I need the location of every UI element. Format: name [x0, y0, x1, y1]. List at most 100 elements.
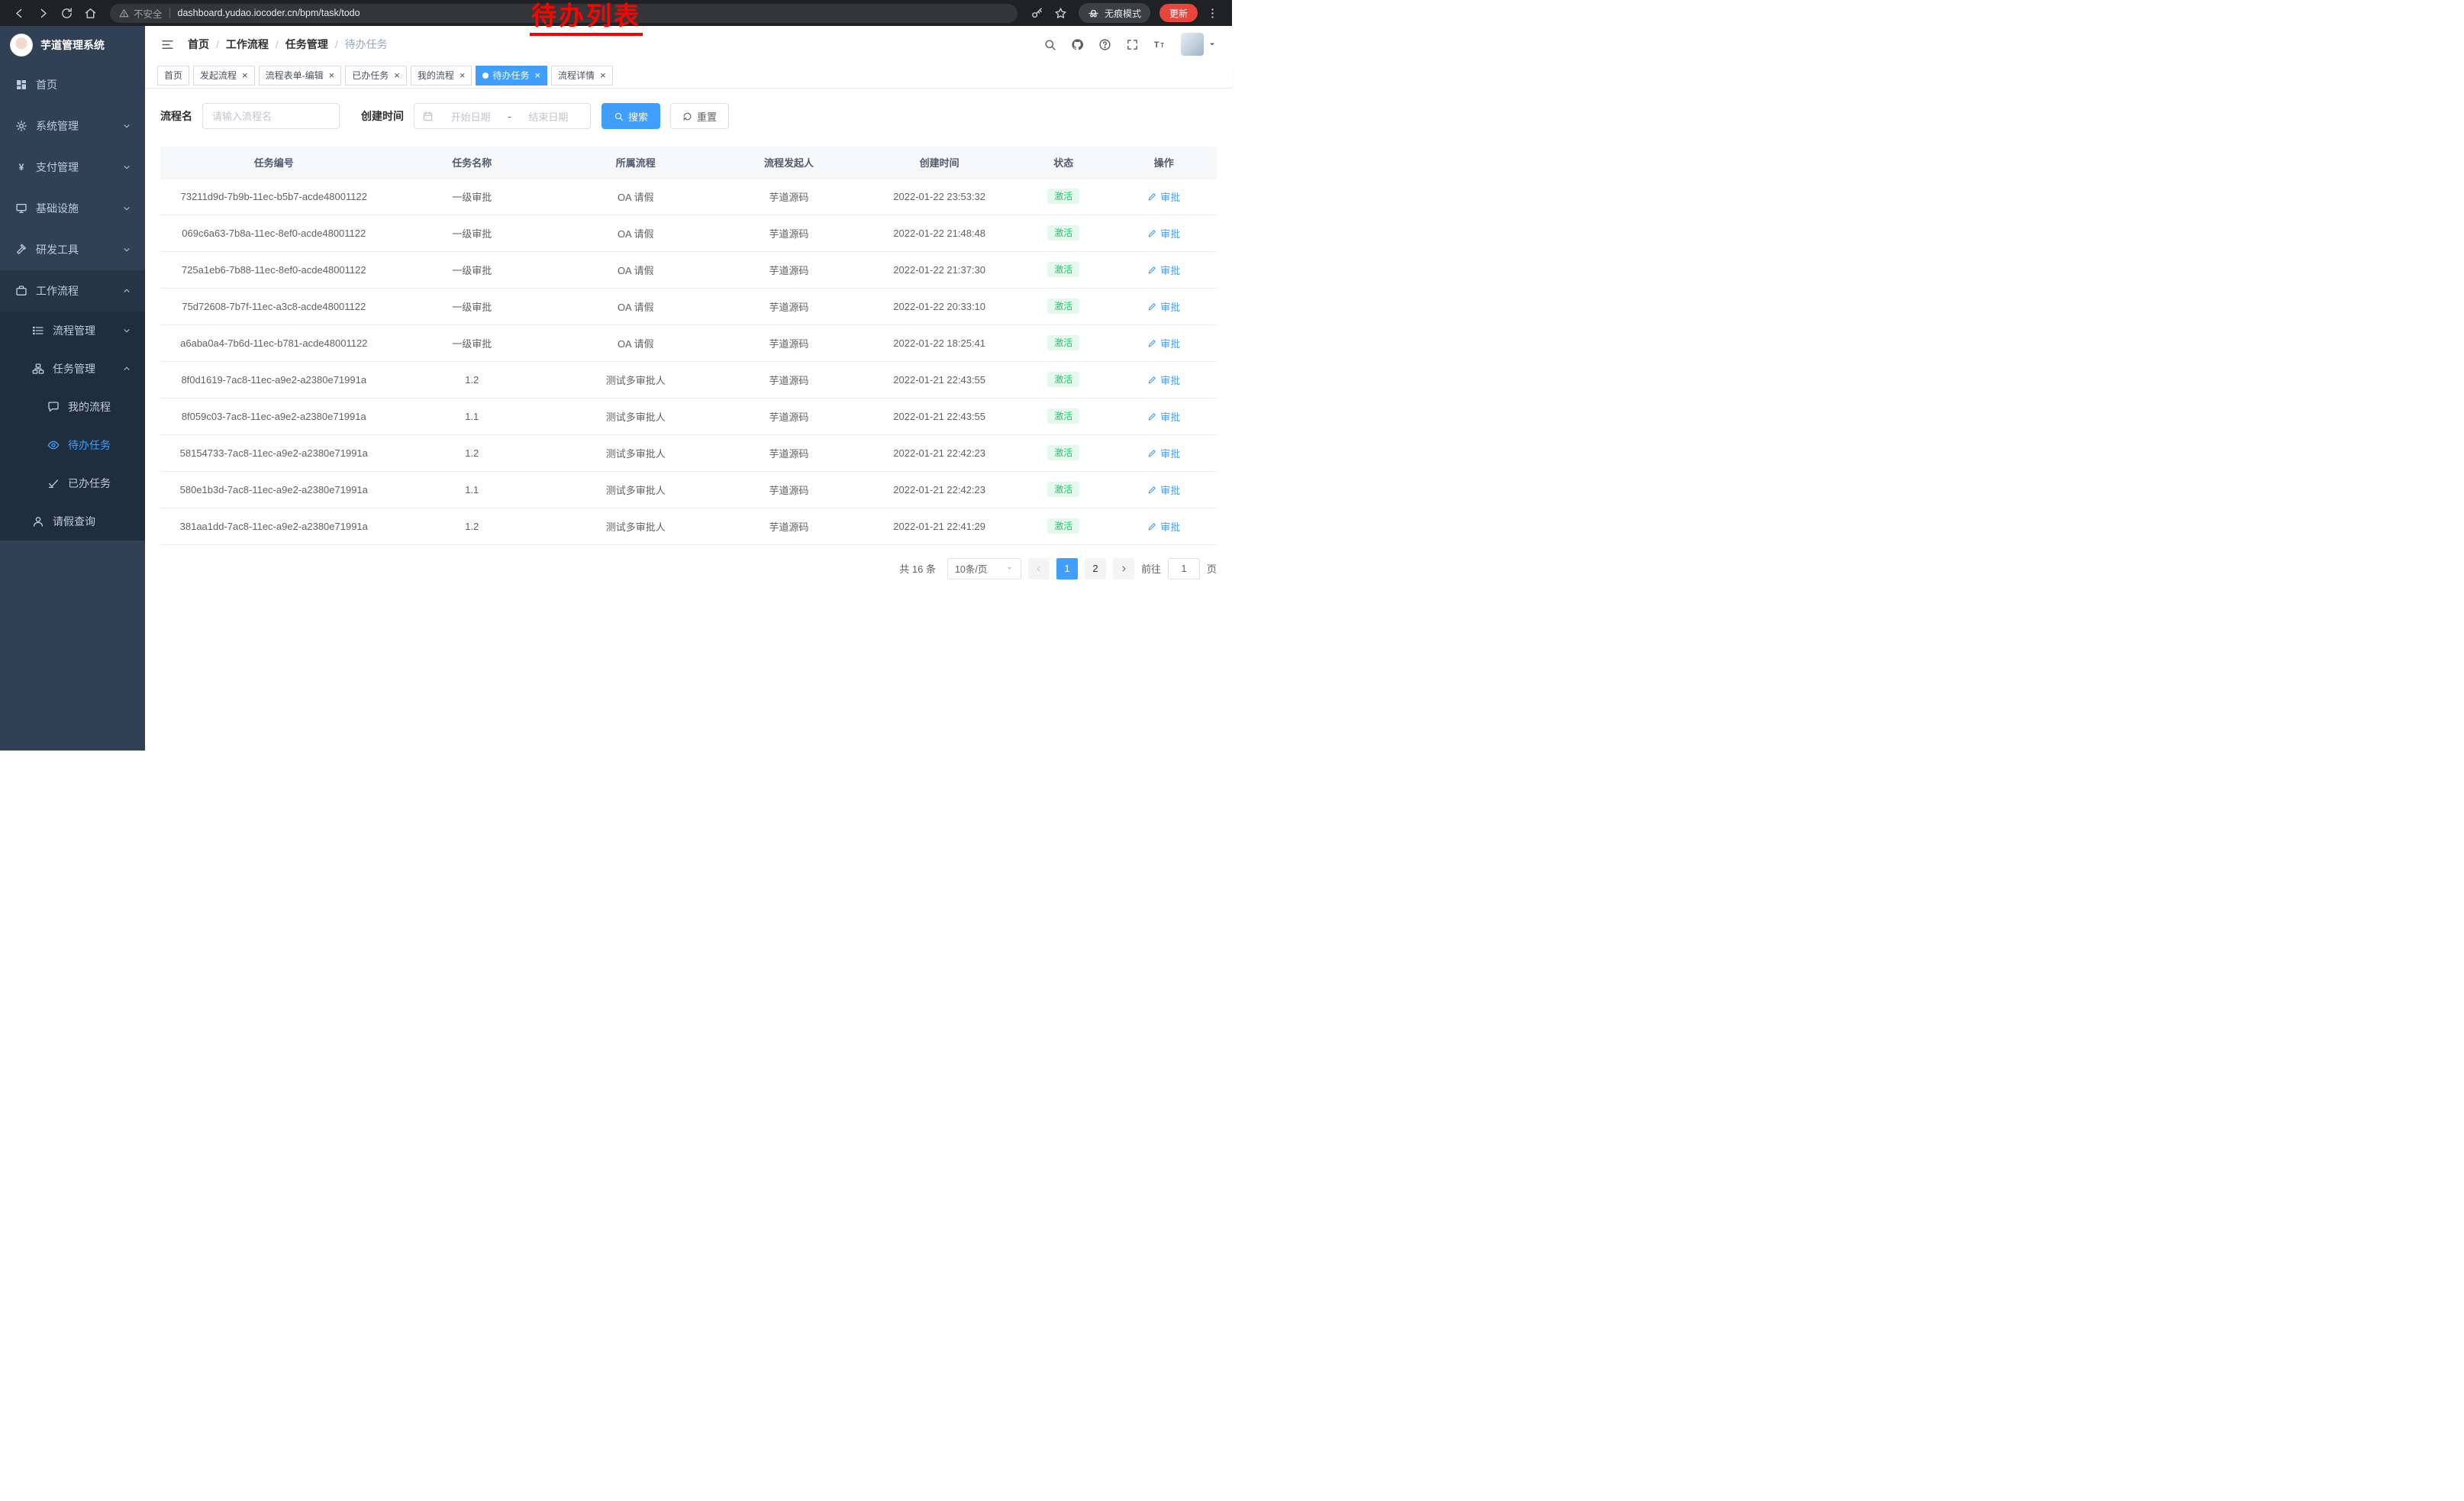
task-name-cell: 一级审批: [388, 178, 556, 215]
reset-button[interactable]: 重置: [670, 103, 729, 129]
app-logo: [10, 34, 33, 56]
tab[interactable]: 我的流程 ×: [411, 66, 472, 86]
sidebar-item[interactable]: 任务管理: [0, 350, 145, 388]
search-button[interactable]: 搜索: [601, 103, 660, 129]
approve-link[interactable]: 审批: [1147, 483, 1180, 497]
approve-link[interactable]: 审批: [1147, 226, 1180, 240]
reload-icon[interactable]: [60, 7, 73, 20]
browser-menu-icon[interactable]: [1206, 7, 1219, 20]
page-number-button[interactable]: 1: [1056, 558, 1078, 579]
process-cell: OA 请假: [556, 288, 715, 324]
approve-link[interactable]: 审批: [1147, 189, 1180, 204]
status-badge: 激活: [1047, 225, 1079, 240]
breadcrumb: 首页工作流程任务管理待办任务: [188, 37, 388, 52]
avatar-caret-icon[interactable]: [1208, 40, 1217, 49]
forward-icon[interactable]: [37, 7, 50, 20]
sidebar-item[interactable]: 首页: [0, 64, 145, 105]
sidebar-item[interactable]: 基础设施: [0, 188, 145, 229]
bookmark-star-icon[interactable]: [1054, 7, 1067, 20]
back-icon[interactable]: [13, 7, 26, 20]
breadcrumb-item[interactable]: 首页: [188, 37, 209, 52]
task-name-cell: 一级审批: [388, 215, 556, 251]
tab[interactable]: 流程详情 ×: [551, 66, 613, 86]
table-row: 75d72608-7b7f-11ec-a3c8-acde48001122 一级审…: [160, 288, 1217, 324]
home-icon[interactable]: [84, 7, 97, 20]
close-icon[interactable]: ×: [600, 70, 606, 80]
app-logo-area: 芋道管理系统: [0, 26, 145, 64]
sidebar-item[interactable]: 我的流程: [0, 388, 145, 426]
edit-icon: [1147, 265, 1157, 275]
task-id-cell: a6aba0a4-7b6d-11ec-b781-acde48001122: [160, 324, 388, 361]
tab[interactable]: 流程表单-编辑 ×: [259, 66, 342, 86]
update-button[interactable]: 更新: [1159, 4, 1198, 22]
prev-page-button[interactable]: [1028, 558, 1050, 579]
process-name-input[interactable]: [202, 103, 340, 129]
action-cell: 审批: [1111, 178, 1217, 215]
breadcrumb-item[interactable]: 工作流程: [209, 37, 269, 52]
active-dot: [482, 73, 489, 79]
sidebar-item-label: 我的流程: [68, 399, 111, 415]
status-badge: 激活: [1047, 262, 1079, 277]
svg-text:¥: ¥: [19, 162, 24, 173]
date-range-picker[interactable]: 开始日期 - 结束日期: [414, 103, 591, 129]
tab-label: 我的流程: [418, 69, 454, 82]
approve-link[interactable]: 审批: [1147, 373, 1180, 387]
status-cell: 激活: [1016, 361, 1111, 398]
goto-page-input[interactable]: [1168, 558, 1200, 579]
approve-link[interactable]: 审批: [1147, 519, 1180, 534]
breadcrumb-item[interactable]: 待办任务: [328, 37, 388, 52]
process-cell: 测试多审批人: [556, 471, 715, 508]
next-page-button[interactable]: [1113, 558, 1134, 579]
key-icon[interactable]: [1030, 7, 1043, 20]
status-badge: 激活: [1047, 482, 1079, 497]
sidebar-item[interactable]: 流程管理: [0, 311, 145, 350]
fullscreen-icon[interactable]: [1126, 38, 1139, 51]
help-icon[interactable]: [1098, 38, 1111, 51]
user-avatar[interactable]: [1181, 33, 1204, 56]
approve-link[interactable]: 审批: [1147, 409, 1180, 424]
tab[interactable]: 发起流程 ×: [193, 66, 255, 86]
svg-text:T: T: [1154, 40, 1159, 50]
created-time-cell: 2022-01-21 22:41:29: [863, 508, 1016, 544]
task-name-cell: 一级审批: [388, 288, 556, 324]
approve-link[interactable]: 审批: [1147, 446, 1180, 460]
status-badge: 激活: [1047, 189, 1079, 204]
page-number-button[interactable]: 2: [1085, 558, 1106, 579]
chat-icon: [47, 401, 60, 413]
chevron-down-icon: [122, 364, 131, 373]
close-icon[interactable]: ×: [460, 70, 466, 80]
sidebar-item[interactable]: 请假查询: [0, 502, 145, 541]
sidebar-item[interactable]: 工作流程: [0, 270, 145, 311]
github-icon[interactable]: [1071, 38, 1084, 51]
caret-down-icon: [1005, 564, 1014, 573]
sidebar-item[interactable]: 已办任务: [0, 464, 145, 502]
eye-icon: [47, 439, 60, 451]
column-header: 所属流程: [556, 147, 715, 178]
initiator-cell: 芋道源码: [715, 434, 863, 471]
sidebar-item[interactable]: 系统管理: [0, 105, 145, 147]
close-icon[interactable]: ×: [242, 70, 248, 80]
sidebar-item-label: 基础设施: [36, 201, 79, 216]
sidebar-toggle-icon[interactable]: [160, 37, 175, 52]
close-icon[interactable]: ×: [394, 70, 400, 80]
status-badge: 激活: [1047, 445, 1079, 460]
tab[interactable]: 已办任务 ×: [345, 66, 407, 86]
breadcrumb-item[interactable]: 任务管理: [269, 37, 328, 52]
search-icon[interactable]: [1043, 38, 1056, 51]
tab[interactable]: 待办任务 ×: [476, 66, 547, 86]
calendar-icon: [422, 111, 434, 122]
font-size-icon[interactable]: TT: [1153, 38, 1166, 51]
sidebar-item[interactable]: 待办任务: [0, 426, 145, 464]
approve-link[interactable]: 审批: [1147, 299, 1180, 314]
close-icon[interactable]: ×: [329, 70, 335, 80]
page-size-select[interactable]: 10条/页: [947, 558, 1021, 579]
close-icon[interactable]: ×: [534, 70, 540, 80]
sidebar-item[interactable]: ¥ 支付管理: [0, 147, 145, 188]
sidebar-item[interactable]: 研发工具: [0, 229, 145, 270]
approve-link[interactable]: 审批: [1147, 263, 1180, 277]
not-secure-icon: [119, 8, 129, 18]
approve-link[interactable]: 审批: [1147, 336, 1180, 350]
tab[interactable]: 首页 ×: [157, 66, 189, 86]
table-header-row: 任务编号任务名称所属流程流程发起人创建时间状态操作: [160, 147, 1217, 178]
edit-icon: [1147, 485, 1157, 495]
